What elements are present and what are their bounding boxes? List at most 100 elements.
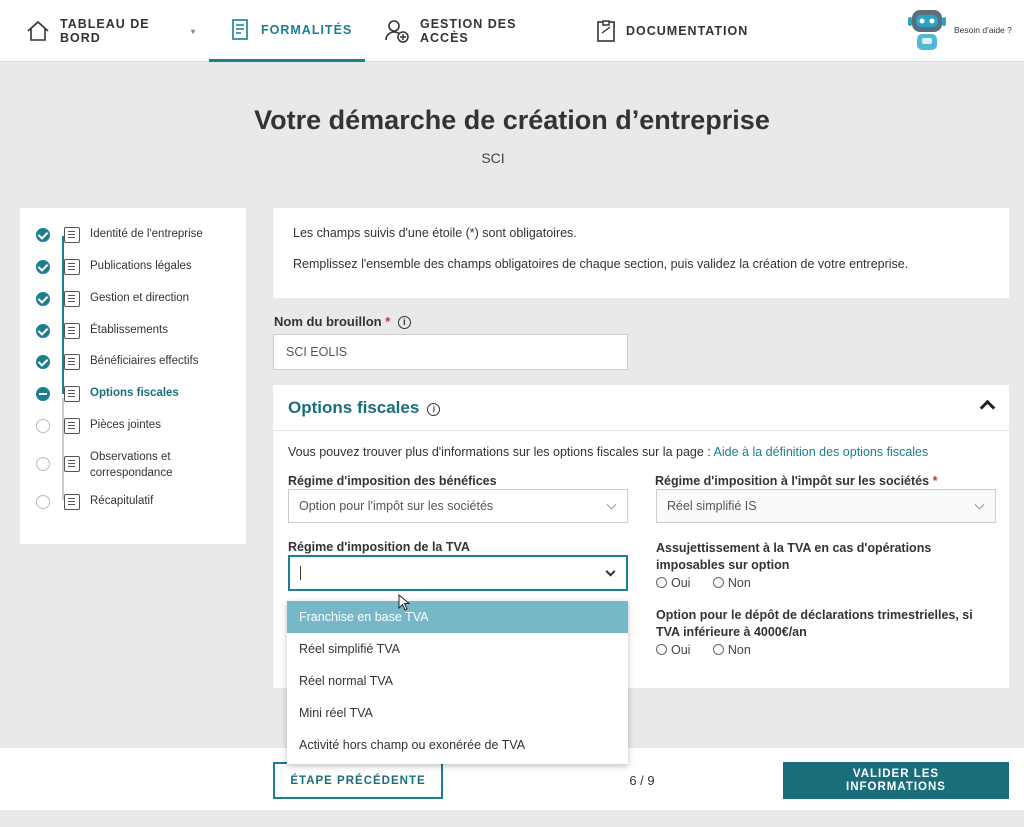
people-icon [64,354,80,370]
dropdown-option[interactable]: Réel normal TVA [287,665,628,697]
robot-avatar-icon [906,6,948,54]
info-required-text: Les champs suivis d'une étoile (*) sont … [293,226,577,240]
page-subtitle: SCI [481,150,505,166]
step-label: Identité de l'entreprise [90,228,203,240]
text-cursor [300,566,301,580]
calculator-icon [64,386,80,402]
dropdown-option[interactable]: Mini réel TVA [287,697,628,729]
step-recapitulatif[interactable]: Récapitulatif [36,494,154,511]
check-icon [36,292,50,306]
fiscal-intro-text: Vous pouvez trouver plus d'informations … [288,445,711,459]
tva-assujettissement-label: Assujettissement à la TVA en cas d'opéra… [656,541,932,572]
tva-regime-select[interactable] [288,555,628,591]
radio-non[interactable]: Non [712,642,751,657]
radio-circle [656,644,667,655]
step-label: Options fiscales [90,387,179,399]
step-publications[interactable]: Publications légales [36,259,192,276]
org-chart-icon [64,291,80,307]
steps-sidebar: Identité de l'entreprise Publications lé… [20,208,246,544]
step-etablissements[interactable]: Établissements [36,323,168,340]
fiscal-intro: Vous pouvez trouver plus d'informations … [288,445,928,459]
step-label: Gestion et direction [90,292,190,304]
nav-formalites[interactable]: FORMALITÉS [209,0,365,62]
step-pager: 6 / 9 [629,773,655,788]
clipboard-icon [597,20,615,42]
radio-label: Oui [671,575,691,590]
pending-step-icon [36,457,50,471]
step-pieces-jointes[interactable]: Pièces jointes [36,418,161,435]
dropdown-option[interactable]: Franchise en base TVA [287,601,628,633]
is-regime-label-text: Régime d'imposition à l'impôt sur les so… [655,474,930,488]
check-icon [36,228,50,242]
step-options-fiscales[interactable]: Options fiscales [36,386,179,403]
chevron-down-icon [974,499,985,510]
radio-non[interactable]: Non [712,575,751,590]
tva-assujettissement-radios: Oui Non [656,575,769,593]
id-card-icon [64,227,80,243]
top-navigation: TABLEAU DE BORD ▾ FORMALITÉS GESTION DES… [0,0,1024,62]
chevron-down-icon [606,499,617,510]
step-label: Établissements [90,324,168,336]
chevron-down-icon: ▾ [190,26,196,36]
is-regime-value: Réel simplifié IS [667,499,757,513]
pending-step-icon [36,419,50,433]
benefits-regime-select[interactable]: Option pour l'impôt sur les sociétés [288,489,628,523]
dropdown-option[interactable]: Activité hors champ ou exonérée de TVA [287,729,628,761]
step-label: Bénéficiaires effectifs [90,355,199,367]
is-regime-select[interactable]: Réel simplifié IS [656,489,996,523]
step-identite[interactable]: Identité de l'entreprise [36,227,203,244]
dropdown-option[interactable]: Réel simplifié TVA [287,633,628,665]
radio-circle [712,644,724,655]
is-regime-label: Régime d'imposition à l'impôt sur les so… [655,473,937,490]
draft-name-input[interactable]: SCI EOLIS [273,334,628,370]
radio-label: Non [727,575,751,590]
info-instruction-text: Remplissez l'ensemble des champs obligat… [293,257,909,271]
step-label: Publications légales [90,260,192,272]
info-icon[interactable]: i [427,403,441,416]
validate-button[interactable]: VALIDER LES INFORMATIONS [783,762,1009,799]
nav-label: DOCUMENTATION [626,24,749,38]
paperclip-icon [64,418,80,434]
step-label: Récapitulatif [90,495,154,507]
step-beneficiaires[interactable]: Bénéficiaires effectifs [36,354,199,371]
radio-oui[interactable]: Oui [656,643,690,657]
step-gestion[interactable]: Gestion et direction [36,291,190,308]
tva-regime-label: Régime d'imposition de la TVA [288,540,470,554]
chevron-up-icon[interactable] [979,399,996,416]
page-title: Votre démarche de création d’entreprise [254,105,770,135]
fiscal-help-link[interactable]: Aide à la définition des options fiscale… [714,445,929,459]
step-label: Observations et correspondance [90,451,173,479]
pending-step-icon [36,495,50,509]
help-label: Besoin d'aide ? [954,25,1012,35]
fiscal-options-header[interactable]: Options fiscales i [273,385,1009,431]
chevron-down-icon [605,566,616,577]
draft-name-label: Nom du brouillon * i [274,314,411,329]
radio-label: Non [727,642,751,657]
radio-circle [656,577,667,588]
info-box: Les champs suivis d'une étoile (*) sont … [273,208,1009,298]
home-icon [27,20,49,41]
required-star: * [932,474,938,488]
nav-documentation[interactable]: DOCUMENTATION [596,0,756,62]
benefits-regime-value: Option pour l'impôt sur les sociétés [299,499,494,513]
check-icon [36,260,50,274]
info-icon[interactable]: i [397,316,411,329]
mouse-pointer-icon [398,594,411,611]
chat-icon [64,456,80,472]
current-step-icon [36,387,50,401]
newspaper-icon [64,259,80,275]
step-observations[interactable]: Observations et correspondance [36,449,190,481]
check-icon [36,355,50,369]
tva-regime-dropdown: Franchise en base TVA Réel simplifié TVA… [287,601,628,764]
user-add-icon [385,20,409,43]
building-icon [64,323,80,339]
nav-tableau-de-bord[interactable]: TABLEAU DE BORD ▾ [26,0,196,62]
summary-icon [64,494,80,510]
nav-label: TABLEAU DE BORD [60,17,150,45]
help-assistant[interactable]: Besoin d'aide ? [906,6,1012,54]
radio-circle [712,577,724,588]
draft-name-label-text: Nom du brouillon [274,314,382,329]
nav-gestion-des-acces[interactable]: GESTION DES ACCÈS [384,0,564,62]
radio-oui[interactable]: Oui [656,576,690,590]
previous-step-button[interactable]: ÉTAPE PRÉCÉDENTE [273,762,443,799]
